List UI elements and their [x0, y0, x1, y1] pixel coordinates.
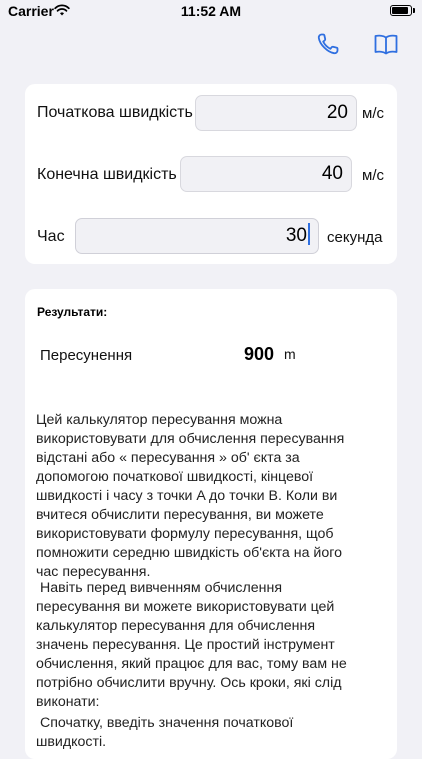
- inputs-card: Початкова швидкість 20 м/с Конечна швидк…: [25, 84, 397, 264]
- status-bar: Carrier 11:52 AM: [0, 0, 422, 26]
- initial-velocity-field[interactable]: 20: [195, 95, 357, 131]
- book-icon[interactable]: [372, 30, 400, 58]
- description-paragraph-3: Спочатку, введіть значення початкової шв…: [36, 715, 298, 750]
- results-title: Результати:: [37, 305, 108, 319]
- time-field[interactable]: 30: [75, 218, 319, 254]
- displacement-value: 900: [243, 344, 274, 364]
- status-time: 11:52 AM: [180, 3, 242, 19]
- time-unit: секунда: [327, 229, 383, 246]
- results-card: Результати: Пересунення 900 m Цей кальку…: [25, 289, 397, 759]
- description-paragraph-1: Цей калькулятор пересування можна викори…: [36, 412, 345, 580]
- text-caret: [308, 222, 310, 245]
- displacement-unit: m: [284, 346, 296, 362]
- description-paragraph-2: Навіть перед вивченням обчислення пересу…: [36, 580, 351, 710]
- final-velocity-value: 40: [321, 163, 343, 184]
- time-value: 30: [285, 225, 307, 246]
- initial-velocity-unit: м/с: [362, 105, 384, 122]
- time-label: Час: [37, 228, 65, 245]
- phone-icon[interactable]: [314, 30, 342, 58]
- initial-velocity-value: 20: [326, 102, 348, 123]
- displacement-label: Пересунення: [40, 347, 133, 364]
- final-velocity-unit: м/с: [362, 167, 384, 184]
- battery-icon: [390, 5, 415, 16]
- initial-velocity-label: Початкова швидкість: [37, 104, 193, 121]
- final-velocity-label: Конечна швидкість: [37, 166, 177, 183]
- final-velocity-field[interactable]: 40: [180, 156, 352, 192]
